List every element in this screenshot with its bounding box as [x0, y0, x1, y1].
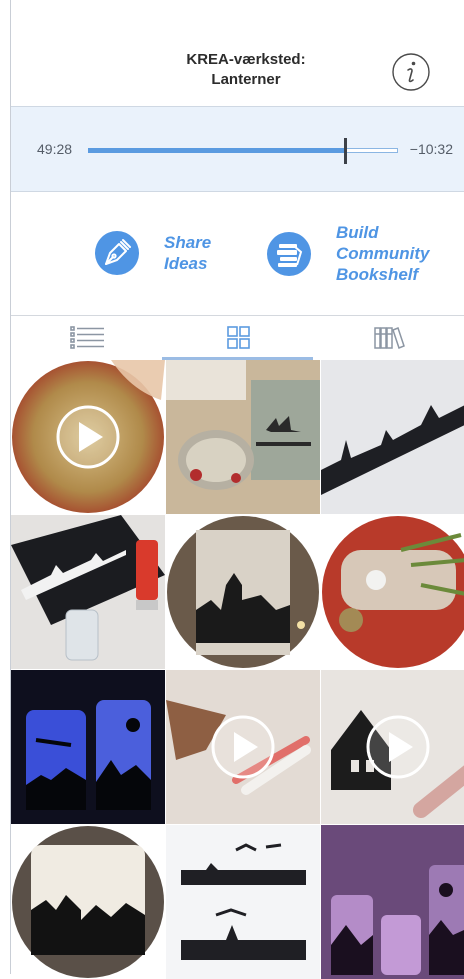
books-icon	[277, 244, 303, 267]
grid-tile-8[interactable]	[166, 670, 320, 824]
view-tabs	[11, 316, 464, 360]
slider-thumb[interactable]	[344, 138, 348, 164]
tab-list[interactable]	[11, 316, 162, 360]
tile-image	[321, 825, 464, 979]
media-grid	[11, 360, 464, 979]
tile-image	[321, 360, 464, 514]
title-line-1: KREA-værksted:	[186, 51, 306, 68]
page-title: KREA-værksted: Lanterner	[161, 50, 331, 90]
list-icon	[70, 326, 104, 349]
action-row: Share Ideas Build Community Bookshelf	[11, 192, 464, 316]
grid-tile-10[interactable]	[11, 825, 165, 979]
remaining-time: −10:32	[409, 141, 453, 157]
grid-tile-3[interactable]	[321, 360, 464, 514]
share-ideas-label: Share Ideas	[164, 233, 212, 273]
tile-image	[321, 670, 464, 824]
grid-tile-12[interactable]	[321, 825, 464, 979]
grid-tile-6[interactable]	[321, 515, 464, 669]
build-bookshelf-label: Build Community Bookshelf	[336, 223, 430, 284]
tab-bookshelf[interactable]	[313, 316, 464, 360]
tile-image	[166, 670, 320, 824]
grid-tile-7[interactable]	[11, 670, 165, 824]
tile-image	[166, 360, 320, 514]
share-ideas-button[interactable]: Share Ideas	[95, 228, 225, 278]
grid-tile-5[interactable]	[166, 515, 320, 669]
title-line-2: Lanterner	[211, 71, 281, 88]
tile-image	[322, 516, 464, 668]
slider-fill	[88, 148, 346, 153]
tab-grid[interactable]	[162, 316, 313, 360]
playback-bar: 49:28 −10:32	[11, 106, 464, 192]
tile-image	[11, 515, 165, 669]
grid-tile-4[interactable]	[11, 515, 165, 669]
tile-image	[12, 826, 164, 978]
tile-image	[167, 516, 319, 668]
grid-tile-11[interactable]	[166, 825, 320, 979]
grid-tile-9[interactable]	[321, 670, 464, 824]
pen-nib-icon	[105, 239, 131, 265]
grid-tile-2[interactable]	[166, 360, 320, 514]
info-button[interactable]	[391, 52, 431, 92]
grid-tile-1[interactable]	[11, 360, 165, 514]
info-icon	[392, 53, 430, 91]
share-ideas-icon-circle	[95, 231, 139, 275]
build-bookshelf-button[interactable]: Build Community Bookshelf	[267, 220, 447, 290]
header: KREA-værksted: Lanterner	[11, 0, 464, 106]
app-screen: KREA-værksted: Lanterner 49:28 −10:32 Sh…	[10, 0, 464, 979]
progress-slider[interactable]	[88, 138, 398, 164]
tile-image	[166, 825, 320, 979]
bookshelf-icon	[374, 327, 405, 349]
grid-icon	[227, 326, 250, 349]
tile-image	[11, 670, 165, 824]
bookshelf-icon-circle	[267, 232, 311, 276]
elapsed-time: 49:28	[37, 141, 73, 157]
tile-image	[12, 360, 165, 513]
